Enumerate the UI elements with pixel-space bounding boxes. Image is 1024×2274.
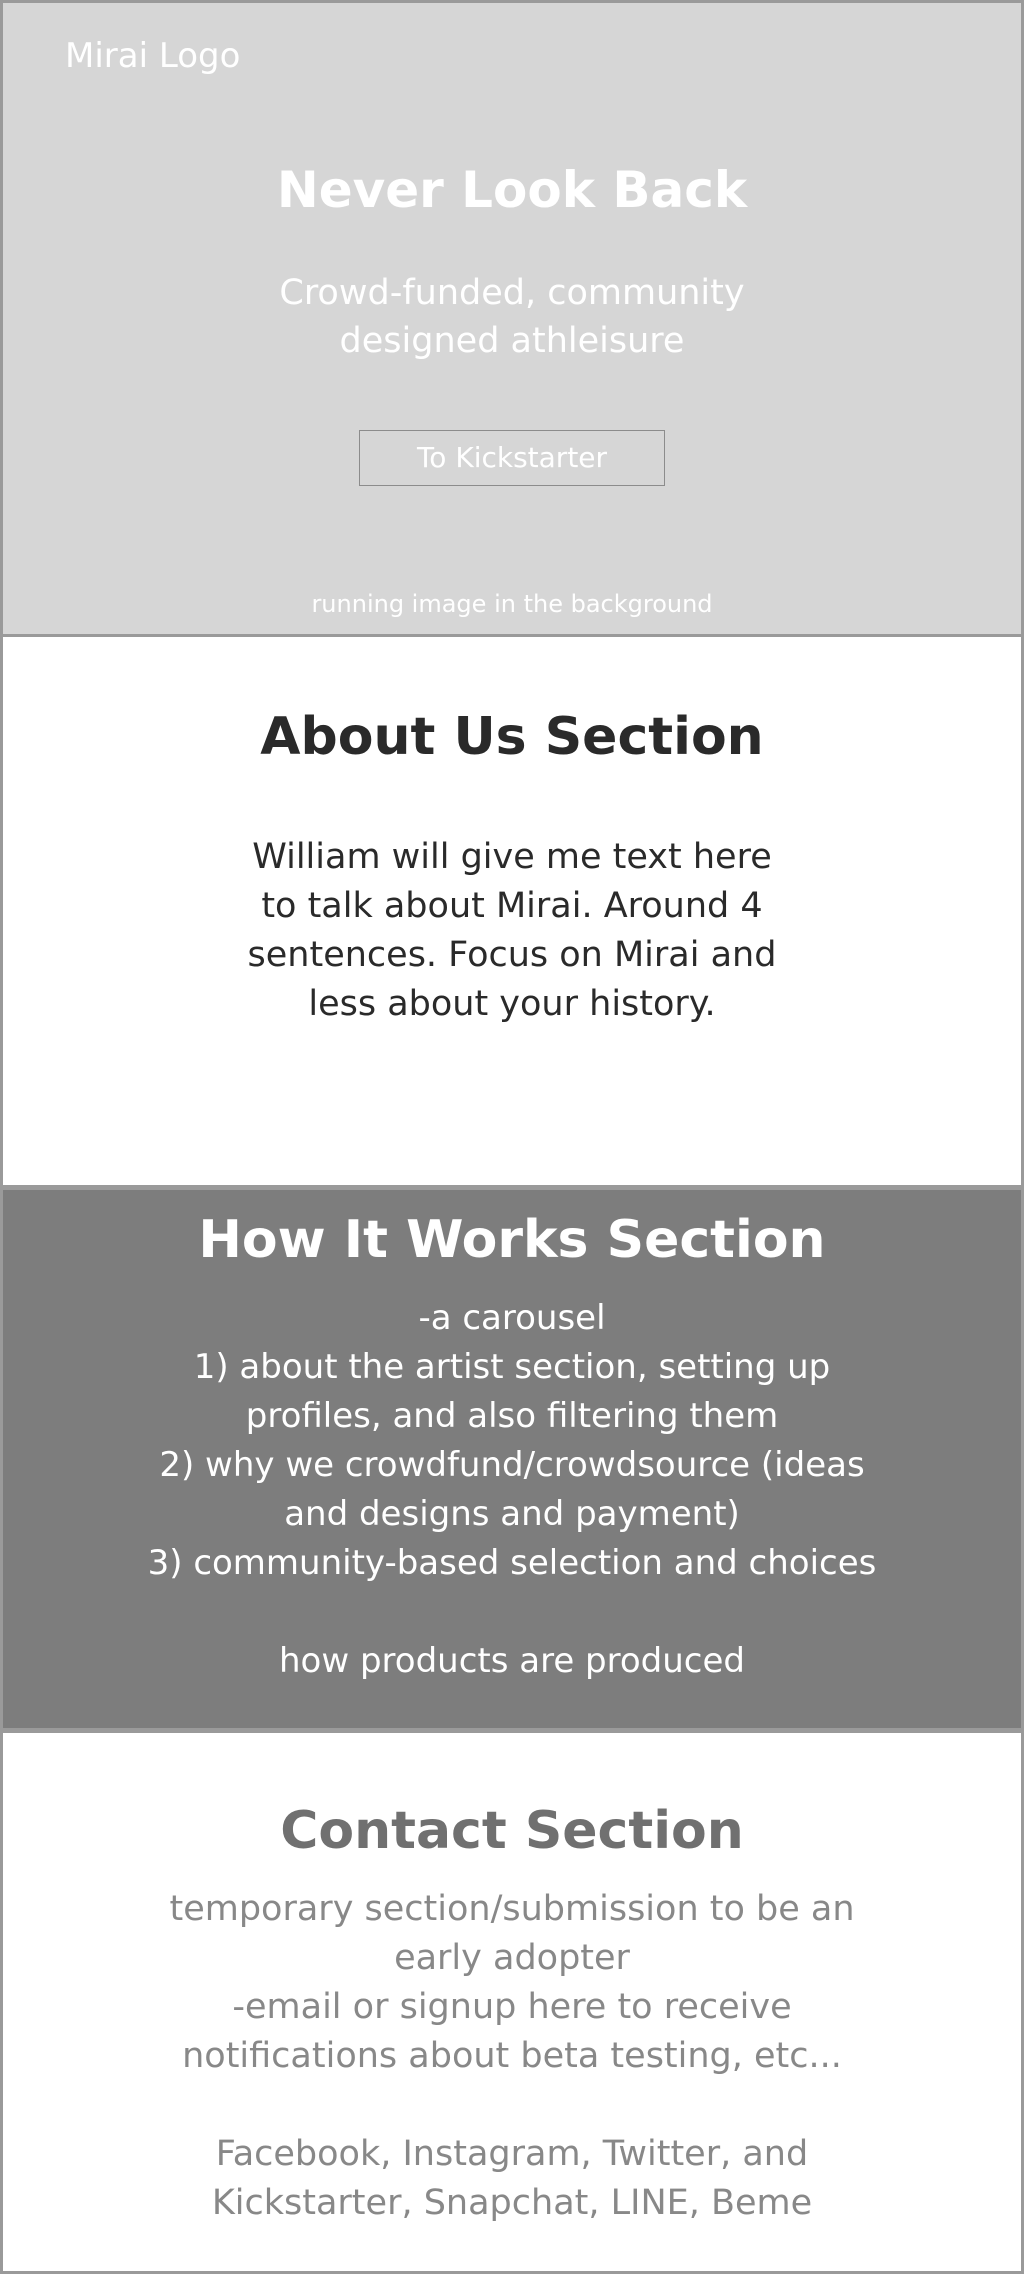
contact-line: -email or signup here to receive notific… bbox=[182, 1987, 842, 2076]
background-image-note: running image in the background bbox=[311, 590, 713, 618]
about-title: About Us Section bbox=[260, 707, 764, 767]
about-section: About Us Section William will give me te… bbox=[3, 637, 1021, 1185]
how-it-works-spacer bbox=[123, 1588, 901, 1637]
hero-subtitle: Crowd-funded, community designed athleis… bbox=[279, 273, 745, 361]
how-it-works-line: 2) why we crowdfund/crowdsource (ideas a… bbox=[159, 1445, 865, 1534]
contact-body: temporary section/submission to be an ea… bbox=[143, 1885, 881, 2081]
contact-line: temporary section/submission to be an ea… bbox=[169, 1889, 855, 1978]
how-it-works-line: -a carousel bbox=[418, 1298, 606, 1338]
how-it-works-line: 1) about the artist section, setting up … bbox=[193, 1347, 831, 1436]
contact-section: Contact Section temporary section/submis… bbox=[3, 1733, 1021, 2271]
social-links: Facebook, Instagram, Twitter, and Kickst… bbox=[211, 2134, 813, 2223]
how-it-works-section: How It Works Section -a carousel 1) abou… bbox=[3, 1185, 1021, 1733]
page: Mirai Logo Never Look Back Crowd-funded,… bbox=[0, 0, 1024, 2274]
how-it-works-title: How It Works Section bbox=[198, 1210, 826, 1270]
kickstarter-button[interactable]: To Kickstarter bbox=[359, 430, 665, 486]
hero-title: Never Look Back bbox=[276, 161, 748, 219]
about-body: William will give me text here to talk a… bbox=[247, 837, 777, 1024]
how-it-works-line: 3) community-based selection and choices bbox=[147, 1543, 877, 1583]
contact-title: Contact Section bbox=[280, 1801, 744, 1861]
how-it-works-body: -a carousel 1) about the artist section,… bbox=[123, 1294, 901, 1686]
logo[interactable]: Mirai Logo bbox=[65, 39, 240, 73]
how-it-works-line: how products are produced bbox=[279, 1641, 745, 1681]
hero-section: Mirai Logo Never Look Back Crowd-funded,… bbox=[3, 3, 1021, 637]
